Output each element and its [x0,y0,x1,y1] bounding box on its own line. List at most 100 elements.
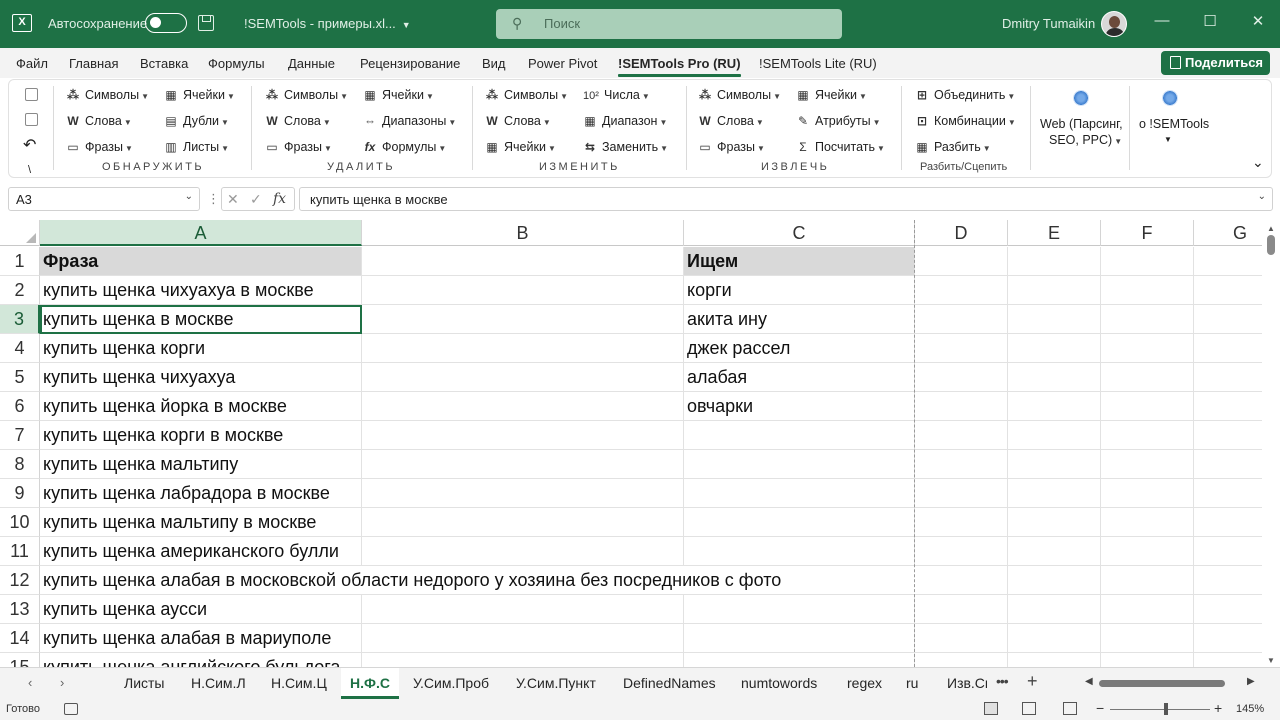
cell-e8[interactable] [1008,450,1101,479]
cell-d7[interactable] [915,421,1008,450]
sheet-tab[interactable]: Н.Сим.Ц [271,668,327,699]
column-header-e[interactable]: E [1008,220,1101,246]
enter-icon[interactable]: ✓ [250,191,262,208]
cell-b5[interactable] [362,363,684,392]
extract-symbols-button[interactable]: ⁂ Символы ▼ [697,85,781,105]
sheet-tab[interactable]: ru [906,668,918,699]
cell-f1[interactable] [1101,247,1194,276]
row-header[interactable]: 3 [0,305,40,334]
cell-b2[interactable] [362,276,684,305]
extract-attributes-button[interactable]: ✎ Атрибуты ▼ [795,111,881,131]
cell-a6[interactable]: купить щенка йорка в москве [40,392,362,421]
cell-c4[interactable]: джек рассел [684,334,915,363]
sheet-tab[interactable]: Листы [124,668,164,699]
sheet-tab[interactable]: DefinedNames [623,668,716,699]
about-button[interactable]: о !SEMTools [1139,116,1209,132]
avatar[interactable] [1101,11,1127,37]
cell-g10[interactable] [1194,508,1262,537]
cell-c13[interactable] [684,595,915,624]
column-header-c[interactable]: C [684,220,915,246]
combinations-button[interactable]: ⊡ Комбинации ▼ [914,111,1016,131]
column-header-b[interactable]: B [362,220,684,246]
close-button[interactable]: ✕ [1248,12,1268,34]
autosave-toggle[interactable] [145,13,187,33]
cell-f4[interactable] [1101,334,1194,363]
cell-f15[interactable] [1101,653,1194,667]
cell-a10[interactable]: купить щенка мальтипу в москве [40,508,362,537]
zoom-slider[interactable] [1110,709,1210,710]
cell-c1[interactable]: Ищем [684,247,915,276]
cell-b13[interactable] [362,595,684,624]
accessibility-icon[interactable] [64,703,78,715]
column-header-d[interactable]: D [915,220,1008,246]
cell-c2[interactable]: корги [684,276,915,305]
cell-g15[interactable] [1194,653,1262,667]
cell-a5[interactable]: купить щенка чихуахуа [40,363,362,392]
row-header[interactable]: 8 [0,450,40,479]
cell-f10[interactable] [1101,508,1194,537]
cell-g3[interactable] [1194,305,1262,334]
change-range-button[interactable]: ▦ Диапазон ▼ [582,111,667,131]
ribbon-checkbox-1[interactable] [25,88,38,101]
scroll-left-icon[interactable]: ◀ [1085,676,1093,687]
tab-file[interactable]: Файл [16,56,48,71]
globe-icon[interactable] [1073,90,1089,106]
detect-words-button[interactable]: W Слова ▼ [65,111,131,131]
cell-b10[interactable] [362,508,684,537]
cell-e12[interactable] [1008,566,1101,595]
cell-a11[interactable]: купить щенка американского булли [40,537,362,566]
cell-d12[interactable] [915,566,1008,595]
delete-ranges-button[interactable]: ⇔ Диапазоны ▼ [362,111,456,131]
extract-cells-button[interactable]: ▦ Ячейки ▼ [795,85,867,105]
cell-f9[interactable] [1101,479,1194,508]
formula-input[interactable]: купить щенка в москве ⌄ [299,187,1273,211]
cell-c3[interactable]: акита ину [684,305,915,334]
cell-a15[interactable]: купить щенка английского бульдога [40,653,362,667]
cell-g8[interactable] [1194,450,1262,479]
zoom-out-icon[interactable]: − [1096,700,1104,716]
share-button[interactable]: Поделиться [1161,51,1270,75]
web-button[interactable]: SEO, PPC) ▼ [1049,132,1122,148]
delete-phrases-button[interactable]: ▭ Фразы ▼ [264,137,332,157]
cell-g6[interactable] [1194,392,1262,421]
save-icon[interactable] [198,15,214,31]
more-sheets-icon[interactable]: ••• [996,673,1009,689]
cell-e5[interactable] [1008,363,1101,392]
detect-symbols-button[interactable]: ⁂ Символы ▼ [65,85,149,105]
row-header[interactable]: 1 [0,247,40,276]
collapse-ribbon-icon[interactable]: ⌄ [1252,152,1264,172]
cell-c9[interactable] [684,479,915,508]
cell-e14[interactable] [1008,624,1101,653]
cell-b15[interactable] [362,653,684,667]
horizontal-scrollbar[interactable]: ◀ ▶ [1085,676,1260,690]
row-header[interactable]: 4 [0,334,40,363]
cell-d10[interactable] [915,508,1008,537]
tab-insert[interactable]: Вставка [140,56,188,71]
web-button-line1[interactable]: Web (Парсинг, [1040,116,1123,132]
cell-g7[interactable] [1194,421,1262,450]
cell-b11[interactable] [362,537,684,566]
cell-c10[interactable] [684,508,915,537]
detect-cells-button[interactable]: ▦ Ячейки ▼ [163,85,235,105]
row-header[interactable]: 10 [0,508,40,537]
cell-e7[interactable] [1008,421,1101,450]
cell-f12[interactable] [1101,566,1194,595]
page-layout-icon[interactable] [1022,702,1036,715]
row-header[interactable]: 6 [0,392,40,421]
column-header-f[interactable]: F [1101,220,1194,246]
cell-c14[interactable] [684,624,915,653]
scroll-right-icon[interactable]: ▶ [1247,676,1255,687]
cell-g1[interactable] [1194,247,1262,276]
sheet-tab-active[interactable]: Н.Ф.С [341,668,399,699]
cell-a12[interactable]: купить щенка алабая в московской области… [40,566,781,595]
sheet-tab[interactable]: Н.Сим.Л [191,668,246,699]
cell-g13[interactable] [1194,595,1262,624]
cell-e3[interactable] [1008,305,1101,334]
split-button[interactable]: ▦ Разбить ▼ [914,137,990,157]
scroll-up-icon[interactable]: ▲ [1267,224,1275,233]
cell-b3[interactable] [362,305,684,334]
cell-b4[interactable] [362,334,684,363]
scroll-down-icon[interactable]: ▼ [1267,656,1275,665]
cell-b14[interactable] [362,624,684,653]
tab-semtools-pro[interactable]: !SEMTools Pro (RU) [618,56,741,77]
